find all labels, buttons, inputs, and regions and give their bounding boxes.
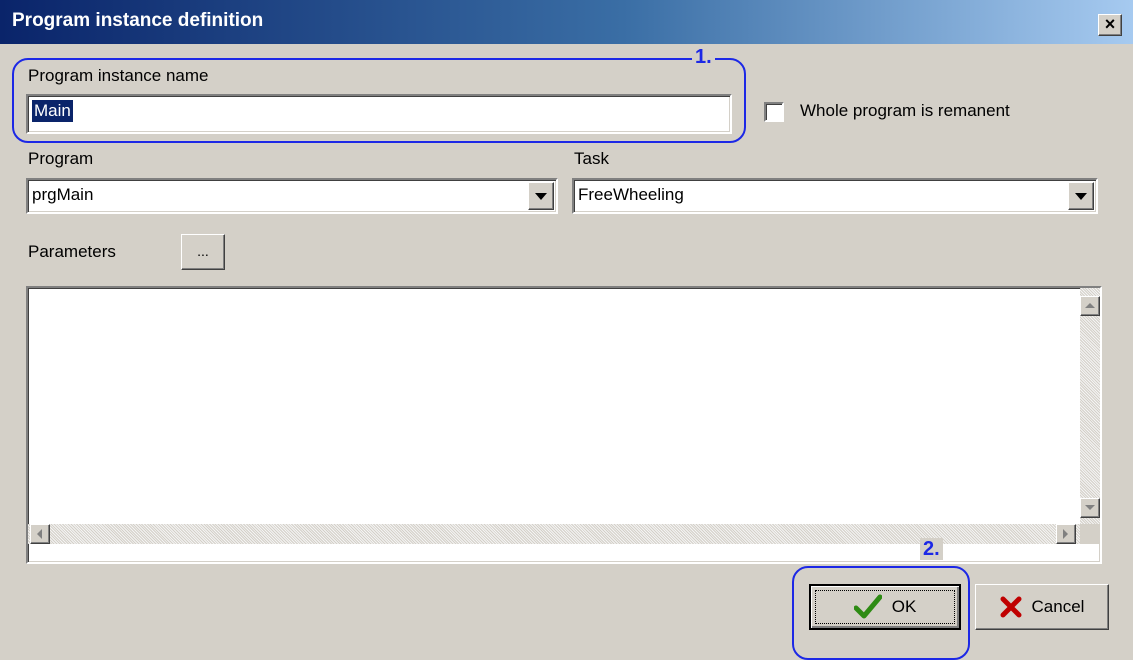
- callout-step-1: 1.: [692, 46, 715, 68]
- arrow-down-icon: [1085, 505, 1095, 510]
- remanent-checkbox[interactable]: [764, 102, 784, 122]
- task-dropdown-button[interactable]: [1068, 182, 1094, 210]
- arrow-up-icon: [1085, 303, 1095, 308]
- vertical-scrollbar[interactable]: [1080, 288, 1100, 524]
- cancel-button-label: Cancel: [1031, 597, 1085, 616]
- parameters-label: Parameters: [28, 242, 116, 261]
- x-icon: [1000, 596, 1022, 618]
- callout-step-2: 2.: [920, 538, 943, 560]
- task-select-value: FreeWheeling: [578, 185, 684, 204]
- parameters-list[interactable]: [26, 286, 1102, 564]
- cancel-button[interactable]: Cancel: [975, 584, 1109, 630]
- program-select-value: prgMain: [32, 185, 94, 204]
- program-label: Program: [28, 149, 94, 168]
- scroll-up-button[interactable]: [1080, 296, 1100, 316]
- task-label: Task: [574, 149, 609, 168]
- program-dropdown-button[interactable]: [528, 182, 554, 210]
- close-icon: ×: [1104, 14, 1116, 34]
- dialog-title: Program instance definition: [12, 10, 264, 31]
- parameters-button[interactable]: ...: [181, 234, 225, 270]
- scroll-corner: [1080, 524, 1100, 544]
- scroll-left-button[interactable]: [30, 524, 50, 544]
- scroll-down-button[interactable]: [1080, 498, 1100, 518]
- program-select[interactable]: prgMain: [26, 178, 558, 214]
- arrow-right-icon: [1063, 529, 1068, 539]
- arrow-left-icon: [37, 529, 42, 539]
- task-select[interactable]: FreeWheeling: [572, 178, 1098, 214]
- callout-highlight-1: [12, 58, 746, 143]
- ok-button[interactable]: OK: [809, 584, 961, 630]
- chevron-down-icon: [1075, 193, 1087, 200]
- scroll-right-button[interactable]: [1056, 524, 1076, 544]
- chevron-down-icon: [535, 193, 547, 200]
- close-button[interactable]: ×: [1098, 14, 1122, 36]
- remanent-checkbox-label: Whole program is remanent: [800, 101, 1010, 120]
- focus-indicator: [815, 590, 955, 624]
